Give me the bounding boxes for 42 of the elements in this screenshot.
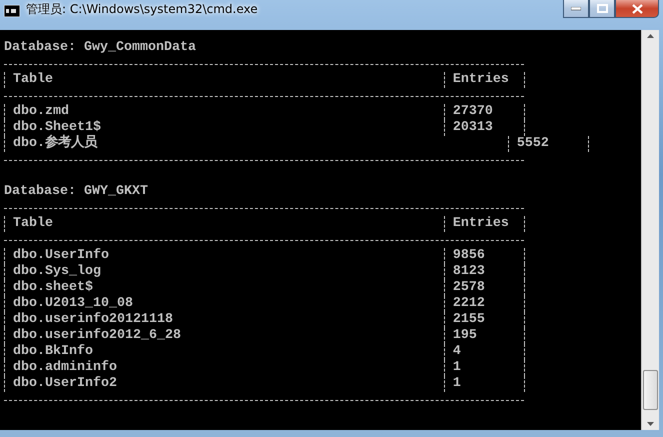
table-name-cell: dbo.admininfo [4,360,444,376]
table-name-cell: dbo.zmd [4,104,444,120]
maximize-button[interactable] [589,0,615,18]
table-name-cell: dbo.userinfo20121118 [4,312,444,328]
window-title: 管理员: C:\Windows\system32\cmd.exe [26,1,258,17]
entries-cell: 20313 [444,120,524,136]
column-header: Table [4,216,444,232]
entries-cell: 1 [444,360,524,376]
entries-cell: 2578 [444,280,524,296]
entries-cell: 2212 [444,296,524,312]
table-name-cell: dbo.UserInfo [4,248,444,264]
column-header: Entries [444,72,524,88]
scrollbar-thumb[interactable] [643,370,658,410]
entries-cell: 4 [444,344,524,360]
close-button[interactable] [615,0,659,18]
entries-cell: 195 [444,328,524,344]
table-name-cell: dbo.U2013_10_08 [4,296,444,312]
entries-cell: 27370 [444,104,524,120]
table-name-cell: dbo.UserInfo2 [4,376,444,392]
entries-cell: 1 [444,376,524,392]
maximize-icon [596,4,608,13]
scrollbar[interactable] [641,30,659,430]
table-name-cell: dbo.Sys_log [4,264,444,280]
scroll-down-icon[interactable] [647,422,654,426]
entries-cell: 2155 [444,312,524,328]
scroll-up-icon[interactable] [647,34,654,38]
console-icon [4,5,20,17]
entries-cell: 8123 [444,264,524,280]
table-name-cell: dbo.sheet$ [4,280,444,296]
minimize-icon [571,6,581,10]
entries-cell: 9856 [444,248,524,264]
minimize-button[interactable] [563,0,589,18]
column-header: Table [4,72,444,88]
entries-cell: 5552 [508,136,588,152]
database-label: Database: Gwy_CommonData [4,40,197,56]
table-name-cell: dbo.userinfo2012_6_28 [4,328,444,344]
column-header: Entries [444,216,524,232]
table-name-cell: dbo.参考人员 [4,136,508,152]
close-icon [632,4,642,14]
database-label: Database: GWY_GKXT [4,184,149,200]
table-name-cell: dbo.BkInfo [4,344,444,360]
table-name-cell: dbo.Sheet1$ [4,120,444,136]
